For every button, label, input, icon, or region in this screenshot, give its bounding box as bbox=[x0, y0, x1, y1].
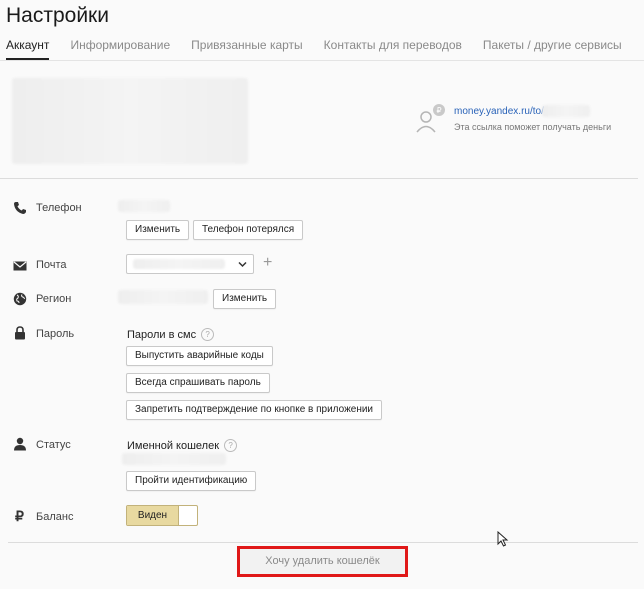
wallet-link[interactable]: money.yandex.ru/to/ bbox=[454, 106, 544, 117]
tab-bar: Аккаунт Информирование Привязанные карты… bbox=[6, 38, 643, 60]
balance-label: Баланс bbox=[36, 511, 74, 523]
email-select[interactable] bbox=[126, 254, 254, 274]
page-title: Настройки bbox=[6, 4, 109, 27]
status-help-icon[interactable]: ? bbox=[224, 439, 238, 452]
lock-icon bbox=[15, 326, 25, 340]
phone-lost-button[interactable]: Телефон потерялся bbox=[193, 220, 304, 240]
phone-icon bbox=[14, 202, 26, 214]
change-region-button[interactable]: Изменить bbox=[213, 289, 277, 309]
sms-passwords-text: Пароли в смс bbox=[127, 329, 197, 341]
mouse-cursor-icon bbox=[497, 531, 509, 547]
profile-blurred bbox=[12, 78, 248, 164]
wallet-user-icon: ₽ bbox=[416, 104, 445, 133]
status-detail-blurred bbox=[122, 453, 226, 465]
tab-divider bbox=[0, 60, 644, 61]
balance-visibility-toggle[interactable]: Виден bbox=[126, 505, 198, 526]
ruble-icon: ₽ bbox=[15, 508, 24, 524]
globe-icon bbox=[13, 292, 27, 306]
wallet-link-blurred bbox=[542, 105, 590, 117]
email-value-blurred bbox=[133, 259, 225, 269]
user-icon bbox=[14, 437, 26, 451]
tab-packages[interactable]: Пакеты / другие сервисы bbox=[483, 38, 622, 60]
delete-wallet-button[interactable]: Хочу удалить кошелёк bbox=[240, 549, 405, 574]
region-value-blurred bbox=[118, 290, 208, 304]
sms-passwords-label: Пароли в смс? bbox=[127, 328, 215, 341]
svg-text:₽: ₽ bbox=[436, 106, 441, 115]
emergency-codes-button[interactable]: Выпустить аварийные коды bbox=[126, 346, 273, 366]
toggle-divider bbox=[178, 506, 179, 525]
status-value: Именной кошелек? bbox=[127, 439, 238, 452]
chevron-down-icon bbox=[238, 261, 247, 268]
tab-account[interactable]: Аккаунт bbox=[6, 38, 50, 60]
mail-icon bbox=[13, 261, 27, 271]
phone-label: Телефон bbox=[36, 202, 82, 214]
identification-button[interactable]: Пройти идентификацию bbox=[126, 471, 257, 491]
phone-value-blurred bbox=[118, 200, 170, 212]
bottom-divider bbox=[8, 542, 638, 543]
wallet-link-hint: Эта ссылка поможет получать деньги bbox=[454, 122, 612, 132]
add-email-button[interactable]: + bbox=[263, 255, 272, 271]
balance-toggle-on[interactable]: Виден bbox=[127, 506, 178, 525]
section-divider bbox=[0, 178, 638, 179]
status-label: Статус bbox=[36, 439, 71, 451]
tab-transfer-contacts[interactable]: Контакты для переводов bbox=[324, 38, 462, 60]
password-label: Пароль bbox=[36, 328, 75, 340]
always-ask-password-button[interactable]: Всегда спрашивать пароль bbox=[126, 373, 270, 393]
change-phone-button[interactable]: Изменить bbox=[126, 220, 190, 240]
email-label: Почта bbox=[36, 259, 67, 271]
tab-linked-cards[interactable]: Привязанные карты bbox=[191, 38, 303, 60]
status-value-text: Именной кошелек bbox=[127, 440, 220, 452]
help-icon[interactable]: ? bbox=[201, 328, 215, 341]
forbid-app-confirm-button[interactable]: Запретить подтверждение по кнопке в прил… bbox=[126, 400, 383, 420]
tab-notifications[interactable]: Информирование bbox=[70, 38, 170, 60]
region-label: Регион bbox=[36, 293, 72, 305]
